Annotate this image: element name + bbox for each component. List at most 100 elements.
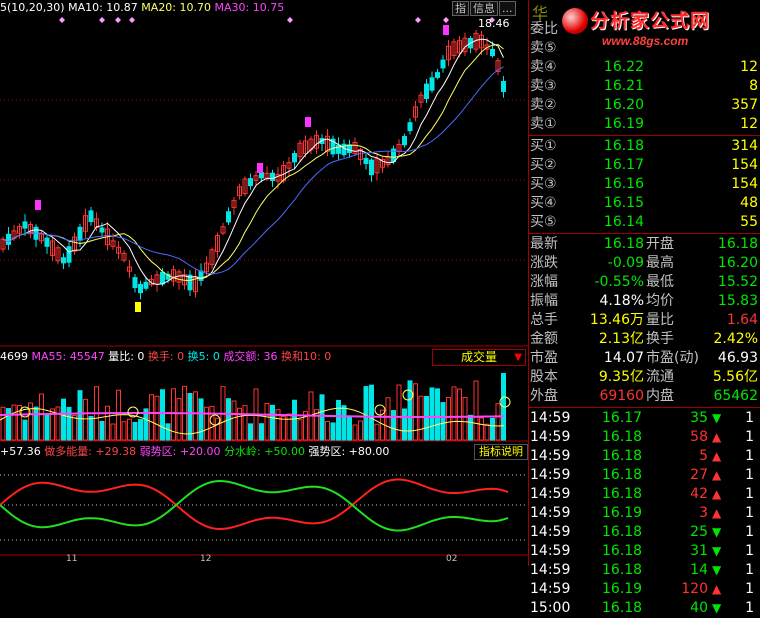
- volume-bar: [391, 410, 396, 441]
- indicator-help-button[interactable]: 指标说明: [474, 444, 528, 460]
- tick-volume: 27: [690, 467, 708, 483]
- sell-price: 16.21: [603, 78, 644, 94]
- tick-row: 14:59 16.18 27 ▲ 1: [530, 466, 758, 485]
- ma55-label: MA55: 45547: [31, 350, 105, 363]
- tab-more[interactable]: ...: [499, 1, 516, 16]
- candle-body: [77, 226, 83, 241]
- stat-label-left: 涨跌: [530, 255, 558, 271]
- candle-body: [402, 136, 407, 146]
- sell-label: 卖①: [530, 116, 557, 132]
- volume-bar: [429, 387, 435, 441]
- watershed: 分水岭: +50.00: [224, 445, 305, 458]
- kline-chart-area[interactable]: 5(10,20,30) MA10: 10.87 MA20: 10.70 MA30…: [0, 0, 528, 566]
- stats-row: 总手 13.46万 量比 1.64: [530, 311, 758, 330]
- signal-diamond-icon: [129, 17, 135, 23]
- volume-bar: [385, 397, 391, 441]
- tick-time: 14:59: [530, 429, 571, 445]
- volume-bar: [242, 405, 248, 441]
- candle-body: [347, 144, 352, 154]
- weibi-label: 委比: [530, 21, 558, 37]
- candle-body: [132, 277, 138, 289]
- tick-time: 14:59: [530, 543, 571, 559]
- candle-body: [440, 59, 446, 69]
- energy-value: +57.36: [0, 445, 41, 458]
- buy-volume: 154: [731, 157, 758, 173]
- buy-price: 16.15: [603, 195, 644, 211]
- volume-bar: [231, 400, 237, 441]
- sell-row[interactable]: 卖② 16.20 357: [530, 96, 758, 115]
- buy-label: 买③: [530, 176, 557, 192]
- volume-ratio: 量比: 0: [108, 350, 145, 363]
- tick-volume: 14: [690, 562, 708, 578]
- volume-bar: [0, 406, 6, 441]
- volume-bar: [402, 408, 407, 441]
- sell-label: 卖②: [530, 97, 557, 113]
- volume-bar: [457, 388, 462, 441]
- buy-row[interactable]: 买② 16.17 154: [530, 156, 758, 175]
- volume-bar: [418, 395, 424, 441]
- signal-diamond-icon: [59, 17, 65, 23]
- volume-bar: [127, 418, 132, 441]
- signal-square-icon: [35, 200, 41, 210]
- buy-row[interactable]: 买① 16.18 314: [530, 137, 758, 156]
- stat-value-left: 14.07: [603, 350, 644, 366]
- tick-count: 1: [745, 505, 754, 521]
- sell-row[interactable]: 卖① 16.19 12: [530, 115, 758, 134]
- tick-count: 1: [745, 543, 754, 559]
- volume-bar: [264, 403, 270, 441]
- arrow-down-icon: ▼: [712, 563, 722, 577]
- buy-volume: 154: [731, 176, 758, 192]
- stat-label-left: 振幅: [530, 293, 558, 309]
- volume-bar: [39, 393, 44, 441]
- buy-volume: 48: [740, 195, 758, 211]
- strong-zone: 强势区: +80.00: [308, 445, 390, 458]
- candle-body: [501, 80, 506, 92]
- buy-price: 16.17: [603, 157, 644, 173]
- buy-label: 买⑤: [530, 214, 557, 230]
- tick-count: 1: [745, 562, 754, 578]
- candle-body: [292, 153, 297, 163]
- volume-bar: [473, 380, 479, 441]
- volume-dropdown[interactable]: 成交量 ▼: [432, 349, 526, 366]
- stat-value-right: 65462: [713, 388, 758, 404]
- tick-time: 15:00: [530, 600, 571, 616]
- chevron-down-icon[interactable]: ▼: [514, 350, 522, 365]
- stat-value-right: 1.64: [726, 312, 758, 328]
- x-tick-11: 11: [66, 554, 78, 564]
- volume-bar: [248, 423, 253, 441]
- sell-row[interactable]: 卖③ 16.21 8: [530, 77, 758, 96]
- candle-body: [369, 159, 374, 176]
- buy-row[interactable]: 买③ 16.16 154: [530, 175, 758, 194]
- candle-body: [226, 211, 231, 223]
- kline-svg[interactable]: [0, 0, 528, 566]
- volume-bar: [165, 423, 171, 441]
- candle-body: [259, 172, 264, 179]
- volume-bar: [325, 421, 330, 441]
- stat-label-right: 市盈(动): [646, 350, 699, 366]
- tab-index[interactable]: 指: [452, 1, 469, 16]
- main-indicator-legend: 5(10,20,30) MA10: 10.87 MA20: 10.70 MA30…: [0, 1, 284, 15]
- sell-volume: 12: [740, 59, 758, 75]
- arrow-up-icon: ▲: [712, 506, 722, 520]
- top-tabs: 指信息...: [452, 0, 517, 16]
- signal-square-icon: [257, 163, 263, 173]
- stat-label-right: 均价: [646, 293, 674, 309]
- volume-bar: [6, 408, 11, 441]
- sell-row[interactable]: 卖④ 16.22 12: [530, 58, 758, 77]
- stats-row: 振幅 4.18% 均价 15.83: [530, 292, 758, 311]
- tick-count: 1: [745, 448, 754, 464]
- stat-label-right: 换手: [646, 331, 674, 347]
- arrow-down-icon: ▼: [712, 544, 722, 558]
- volume-bar: [33, 406, 39, 441]
- volume-bar: [110, 423, 116, 441]
- buy-row[interactable]: 买④ 16.15 48: [530, 194, 758, 213]
- energy-indicator-legend: +57.36 做多能量: +29.38 弱势区: +20.00 分水岭: +50…: [0, 445, 389, 459]
- arrow-down-icon: ▼: [712, 601, 722, 615]
- tab-info[interactable]: 信息: [470, 1, 498, 16]
- candle-body: [407, 122, 413, 132]
- stat-value-right: 16.20: [717, 255, 758, 271]
- tick-count: 1: [745, 486, 754, 502]
- buy-row[interactable]: 买⑤ 16.14 55: [530, 213, 758, 232]
- volume-bar: [297, 419, 303, 441]
- sell-row[interactable]: 卖⑤: [530, 39, 758, 58]
